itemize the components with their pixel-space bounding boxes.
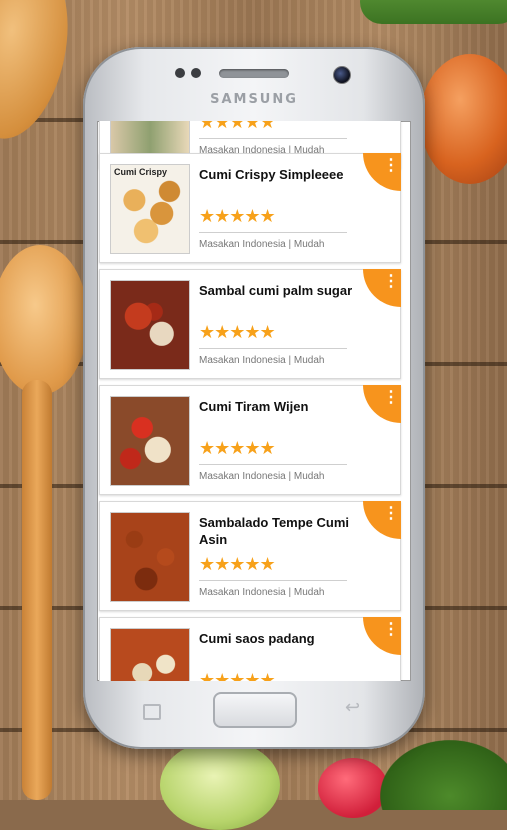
rating-stars: ★★★★★	[199, 322, 276, 342]
recipe-card[interactable]: Sambalado Tempe Cumi Asin ★★★★★ Masakan In…	[99, 501, 401, 611]
earpiece-speaker	[219, 69, 289, 78]
recipe-category: Masakan Indonesia | Mudah	[199, 471, 325, 482]
recent-apps-icon[interactable]	[143, 704, 161, 720]
cucumber-decoration	[360, 0, 507, 24]
recipe-thumbnail[interactable]	[110, 396, 190, 486]
card-divider	[199, 232, 347, 233]
recipe-card[interactable]: Cumi Crispy Cumi Crispy Simpleeee ★★★★★ Mas…	[99, 153, 401, 263]
recipe-thumbnail[interactable]	[110, 512, 190, 602]
card-divider	[199, 348, 347, 349]
radish-decoration	[318, 758, 388, 818]
vertical-dots-icon: ⋮	[383, 505, 399, 522]
lime-decoration	[160, 740, 280, 830]
proximity-sensor	[175, 68, 185, 78]
card-divider	[199, 464, 347, 465]
recipe-title[interactable]: Cumi Crispy Simpleeee	[199, 166, 359, 183]
recipe-thumbnail[interactable]	[110, 628, 190, 681]
recipe-thumbnail[interactable]: Cumi Crispy	[110, 164, 190, 254]
rating-stars: ★★★★★	[199, 121, 276, 132]
recipe-card[interactable]: Sambal cumi palm sugar ★★★★★ Masakan Indon…	[99, 269, 401, 379]
recipe-card[interactable]: Cumi saos padang ★★★★★ ⋮	[99, 617, 401, 681]
more-options-button[interactable]: ⋮	[363, 269, 401, 307]
more-options-button[interactable]: ⋮	[363, 385, 401, 423]
recipe-thumbnail[interactable]	[110, 280, 190, 370]
more-options-button[interactable]: ⋮	[363, 617, 401, 655]
vertical-dots-icon: ⋮	[383, 621, 399, 638]
back-icon[interactable]: ↩	[345, 697, 360, 718]
app-screen[interactable]: ★★★★★ Masakan Indonesia | Mudah Cumi Crisp…	[97, 121, 411, 681]
brand-logo: SAMSUNG	[210, 92, 298, 107]
rating-stars: ★★★★★	[199, 670, 276, 681]
phone-frame: SAMSUNG ★★★★★ Masakan Indonesia | Mudah Cu…	[83, 47, 425, 749]
recipe-card[interactable]: Cumi Tiram Wijen ★★★★★ Masakan Indonesia |…	[99, 385, 401, 495]
recipe-category: Masakan Indonesia | Mudah	[199, 355, 325, 366]
rating-stars: ★★★★★	[199, 438, 276, 458]
thumbnail-caption: Cumi Crispy	[114, 167, 168, 177]
recipe-title[interactable]: Sambal cumi palm sugar	[199, 282, 359, 299]
recipe-category: Masakan Indonesia | Mudah	[199, 587, 325, 598]
front-camera	[333, 66, 351, 84]
more-options-button[interactable]: ⋮	[363, 153, 401, 191]
vertical-dots-icon: ⋮	[383, 157, 399, 174]
more-options-button[interactable]: ⋮	[363, 501, 401, 539]
recipe-title[interactable]: Cumi saos padang	[199, 630, 359, 647]
home-button[interactable]	[213, 692, 297, 728]
card-divider	[199, 580, 347, 581]
rating-stars: ★★★★★	[199, 554, 276, 574]
light-sensor	[191, 68, 201, 78]
vertical-dots-icon: ⋮	[383, 273, 399, 290]
rating-stars: ★★★★★	[199, 206, 276, 226]
wooden-spoon-handle	[22, 380, 52, 800]
recipe-title[interactable]: Cumi Tiram Wijen	[199, 398, 359, 415]
recipe-category: Masakan Indonesia | Mudah	[199, 239, 325, 250]
recipe-title[interactable]: Sambalado Tempe Cumi Asin	[199, 514, 359, 548]
vertical-dots-icon: ⋮	[383, 389, 399, 406]
card-divider	[199, 138, 347, 139]
